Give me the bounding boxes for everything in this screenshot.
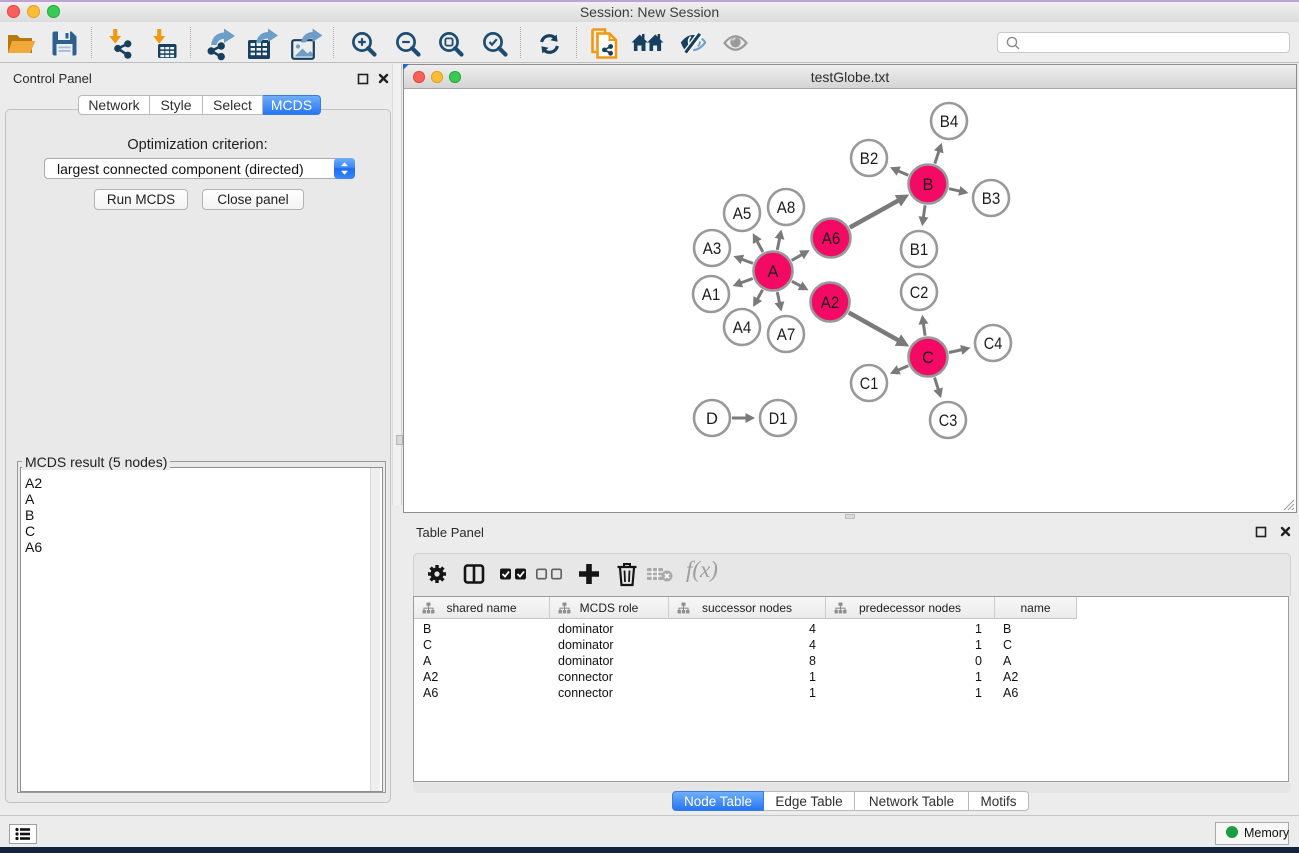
svg-text:D: D: [706, 410, 718, 428]
svg-text:B2: B2: [860, 150, 879, 168]
svg-text:C4: C4: [984, 335, 1003, 353]
svg-text:A5: A5: [733, 205, 752, 223]
svg-text:A2: A2: [821, 294, 840, 312]
svg-text:C2: C2: [910, 284, 929, 302]
svg-text:A: A: [767, 263, 778, 281]
svg-text:B: B: [922, 176, 933, 194]
svg-text:D1: D1: [769, 410, 788, 428]
svg-text:A8: A8: [777, 199, 796, 217]
svg-text:A3: A3: [703, 240, 722, 258]
svg-text:C3: C3: [939, 412, 958, 430]
svg-text:C: C: [922, 349, 934, 367]
svg-text:B1: B1: [910, 241, 929, 259]
svg-text:C1: C1: [860, 375, 879, 393]
svg-text:B3: B3: [982, 190, 1001, 208]
svg-text:A6: A6: [822, 230, 841, 248]
svg-text:A7: A7: [777, 326, 796, 344]
svg-text:B4: B4: [940, 113, 959, 131]
svg-text:A1: A1: [702, 286, 721, 304]
svg-text:A4: A4: [733, 319, 752, 337]
